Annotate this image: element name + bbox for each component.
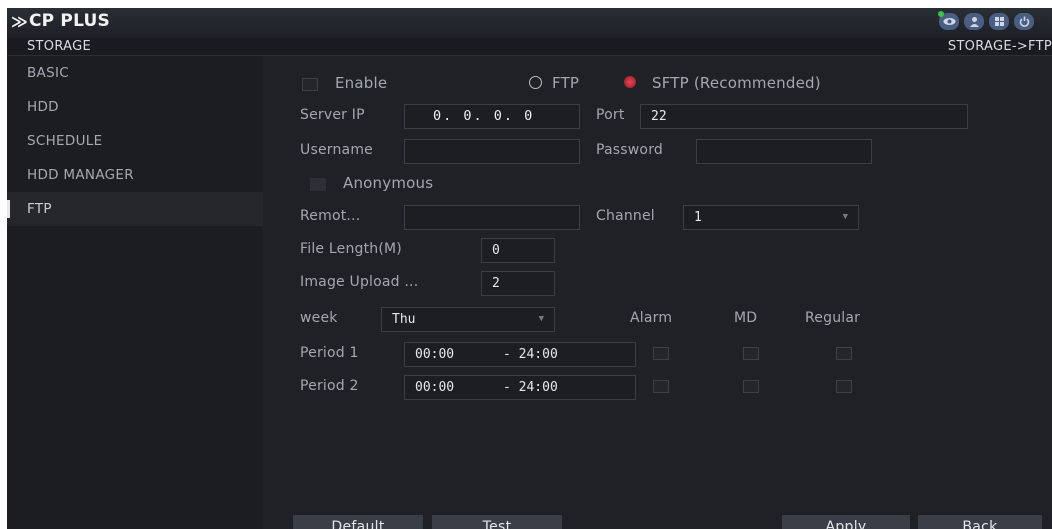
server-ip-value: 0. 0. 0. 0 bbox=[433, 108, 535, 124]
sidebar-item-hdd[interactable]: HDD bbox=[7, 90, 263, 124]
server-ip-label: Server IP bbox=[300, 107, 365, 123]
week-label: week bbox=[300, 310, 338, 326]
cp-plus-mark-icon: ≫ bbox=[11, 11, 28, 31]
period-1-alarm-checkbox[interactable] bbox=[653, 347, 669, 360]
week-select[interactable]: Thu ▼ bbox=[381, 307, 555, 332]
remote-directory-input[interactable] bbox=[404, 205, 580, 230]
server-ip-input[interactable]: 0. 0. 0. 0 bbox=[404, 104, 580, 129]
path-bar: STORAGE STORAGE->FTP bbox=[7, 38, 1052, 56]
image-upload-label: Image Upload ... bbox=[300, 274, 419, 290]
file-length-input[interactable]: 0 bbox=[481, 238, 555, 263]
app-window: ≫ CP PLUS STORAGE STORAGE->FTP BASIC HDD … bbox=[7, 8, 1052, 529]
period-2-time-input[interactable]: 00:00 - 24:00 bbox=[404, 375, 636, 400]
channel-select[interactable]: 1 ▼ bbox=[683, 205, 859, 230]
file-length-label: File Length(M) bbox=[300, 241, 402, 257]
period-2-md-checkbox[interactable] bbox=[743, 380, 759, 393]
sftp-label: SFTP (Recommended) bbox=[652, 74, 821, 92]
period-1-start: 00:00 bbox=[415, 347, 455, 362]
channel-label: Channel bbox=[596, 208, 655, 224]
password-label: Password bbox=[596, 142, 663, 158]
password-input[interactable] bbox=[696, 139, 872, 164]
enable-label: Enable bbox=[335, 74, 388, 92]
page-title: STORAGE bbox=[27, 39, 91, 54]
back-button[interactable]: Back bbox=[918, 515, 1042, 529]
port-input[interactable]: 22 bbox=[640, 104, 968, 129]
breadcrumb: STORAGE->FTP bbox=[947, 39, 1052, 54]
period-1-end: - 24:00 bbox=[503, 347, 558, 362]
period-1-md-checkbox[interactable] bbox=[743, 347, 759, 360]
period-2-end: - 24:00 bbox=[503, 380, 558, 395]
test-button[interactable]: Test bbox=[432, 515, 562, 529]
week-value: Thu bbox=[392, 312, 416, 327]
power-icon[interactable] bbox=[1014, 13, 1034, 30]
sidebar-item-hdd-manager[interactable]: HDD MANAGER bbox=[7, 158, 263, 192]
ftp-label: FTP bbox=[552, 74, 580, 92]
port-label: Port bbox=[596, 107, 625, 123]
default-button[interactable]: Default bbox=[293, 515, 423, 529]
brand-name: CP PLUS bbox=[28, 11, 110, 31]
column-regular: Regular bbox=[805, 310, 861, 326]
user-icon[interactable] bbox=[964, 13, 984, 30]
sidebar: BASIC HDD SCHEDULE HDD MANAGER FTP bbox=[7, 56, 263, 529]
eye-icon[interactable] bbox=[938, 11, 959, 30]
chevron-down-icon: ▼ bbox=[842, 212, 848, 222]
ftp-settings-panel: Enable FTP SFTP (Recommended) Server IP … bbox=[263, 56, 1052, 529]
username-label: Username bbox=[300, 142, 373, 158]
column-alarm: Alarm bbox=[630, 310, 673, 326]
remote-directory-label: Remot... bbox=[300, 208, 361, 224]
enable-checkbox[interactable] bbox=[302, 78, 318, 91]
anonymous-label: Anonymous bbox=[343, 174, 434, 192]
sidebar-item-schedule[interactable]: SCHEDULE bbox=[7, 124, 263, 158]
sidebar-item-ftp[interactable]: FTP bbox=[7, 192, 263, 226]
period-1-regular-checkbox[interactable] bbox=[836, 347, 852, 360]
image-upload-input[interactable]: 2 bbox=[481, 271, 555, 296]
column-md: MD bbox=[734, 310, 758, 326]
period-2-alarm-checkbox[interactable] bbox=[653, 380, 669, 393]
period-2-regular-checkbox[interactable] bbox=[836, 380, 852, 393]
period-2-start: 00:00 bbox=[415, 380, 455, 395]
chevron-down-icon: ▼ bbox=[538, 314, 544, 324]
sidebar-item-basic[interactable]: BASIC bbox=[7, 56, 263, 90]
top-icon-group bbox=[934, 11, 1034, 30]
channel-value: 1 bbox=[694, 210, 702, 225]
anonymous-checkbox[interactable] bbox=[310, 178, 326, 191]
sftp-radio[interactable] bbox=[624, 76, 636, 88]
brand-logo: ≫ CP PLUS bbox=[11, 11, 110, 31]
apply-button[interactable]: Apply bbox=[782, 515, 910, 529]
period-1-time-input[interactable]: 00:00 - 24:00 bbox=[404, 342, 636, 367]
username-input[interactable] bbox=[404, 139, 580, 164]
period-2-label: Period 2 bbox=[300, 378, 359, 394]
grid-icon[interactable] bbox=[989, 13, 1009, 30]
ftp-radio[interactable] bbox=[529, 76, 542, 89]
period-1-label: Period 1 bbox=[300, 345, 359, 361]
top-bar: ≫ CP PLUS bbox=[7, 8, 1052, 38]
